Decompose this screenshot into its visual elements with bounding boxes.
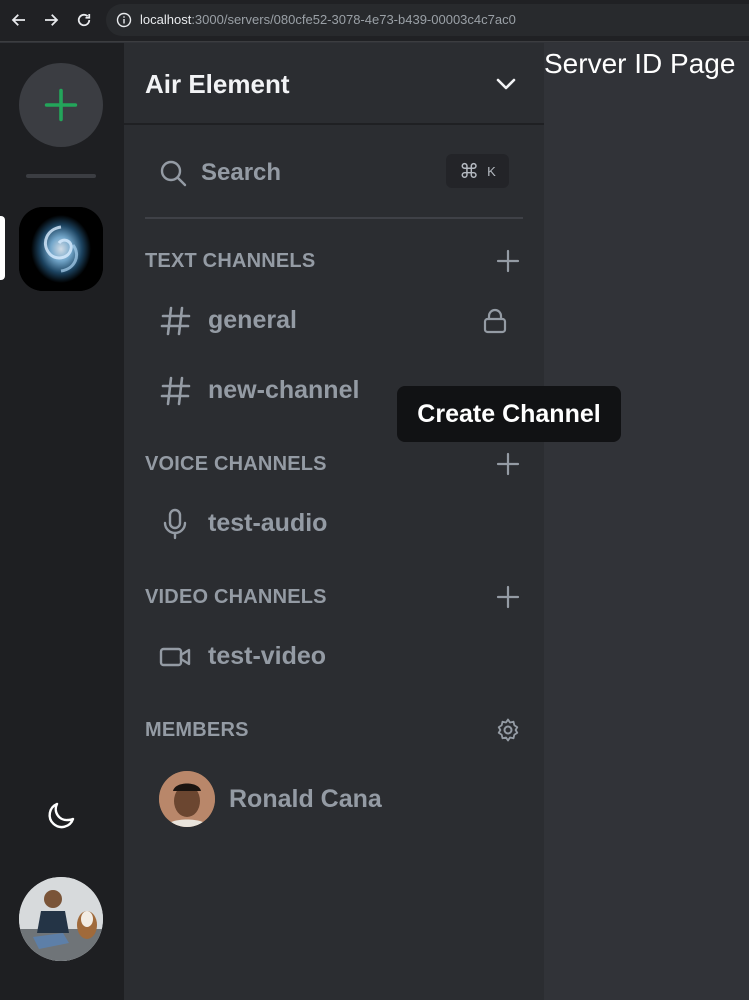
channel-sidebar: Air Element Search ⌘ K TEXT CHANNELS gen… [124, 43, 544, 1000]
channel-general[interactable]: general [145, 297, 515, 345]
member-item[interactable]: Ronald Cana [159, 771, 499, 831]
back-button[interactable] [8, 9, 30, 31]
server-rail [0, 43, 124, 1000]
hash-icon [160, 306, 191, 336]
chevron-down-icon[interactable] [494, 72, 518, 96]
section-title-video-channels: VIDEO CHANNELS [145, 586, 327, 608]
add-video-channel-icon[interactable] [496, 585, 520, 609]
lock-icon [483, 308, 507, 334]
channel-name: general [208, 306, 297, 334]
channel-name: test-audio [208, 509, 328, 537]
arrow-right-icon [45, 14, 59, 26]
member-avatar [159, 771, 215, 827]
rail-separator [26, 174, 96, 178]
arrow-left-icon [11, 14, 25, 26]
member-name: Ronald Cana [229, 785, 382, 813]
forward-button[interactable] [40, 9, 62, 31]
plus-icon [44, 88, 78, 122]
add-voice-channel-icon[interactable] [496, 452, 520, 476]
member-photo [159, 771, 215, 827]
command-key-icon: ⌘ [459, 160, 480, 183]
section-title-voice-channels: VOICE CHANNELS [145, 453, 327, 475]
create-channel-tooltip: Create Channel [397, 386, 621, 442]
gear-icon[interactable] [496, 718, 520, 742]
section-title-members: MEMBERS [145, 719, 249, 741]
video-camera-icon [159, 647, 191, 667]
section-title-text-channels: TEXT CHANNELS [145, 250, 316, 272]
swirl-image [19, 207, 103, 291]
reload-icon [77, 13, 91, 27]
search-label: Search [201, 159, 282, 186]
info-icon[interactable] [116, 12, 132, 28]
channel-name: new-channel [208, 376, 360, 404]
moon-icon [48, 802, 75, 829]
profile-photo [19, 877, 103, 961]
channel-name: test-video [208, 642, 327, 670]
channel-test-video[interactable]: test-video [145, 633, 515, 681]
add-server-button[interactable] [19, 63, 103, 147]
server-header[interactable]: Air Element [124, 43, 544, 125]
server-name: Air Element [145, 69, 290, 99]
main-content: Server ID Page [544, 43, 749, 1000]
theme-toggle-button[interactable] [44, 798, 78, 832]
microphone-icon [163, 508, 187, 540]
address-bar[interactable]: localhost:3000/servers/080cfe52-3078-4e7… [106, 4, 749, 36]
server-icon-air-element[interactable] [19, 207, 103, 291]
search-icon [160, 160, 187, 187]
hash-icon [160, 376, 191, 406]
add-text-channel-icon[interactable] [496, 249, 520, 273]
shortcut-badge: ⌘ K [446, 154, 509, 188]
shortcut-key: K [487, 163, 496, 179]
url-text: localhost:3000/servers/080cfe52-3078-4e7… [140, 12, 516, 27]
divider [145, 217, 523, 219]
search-button[interactable]: Search ⌘ K [145, 151, 522, 195]
active-server-indicator [0, 216, 5, 280]
user-avatar[interactable] [19, 877, 103, 961]
browser-toolbar: localhost:3000/servers/080cfe52-3078-4e7… [0, 0, 749, 42]
tooltip-text: Create Channel [417, 399, 601, 428]
channel-test-audio[interactable]: test-audio [145, 500, 515, 548]
page-title: Server ID Page [544, 48, 736, 79]
reload-button[interactable] [73, 9, 95, 31]
